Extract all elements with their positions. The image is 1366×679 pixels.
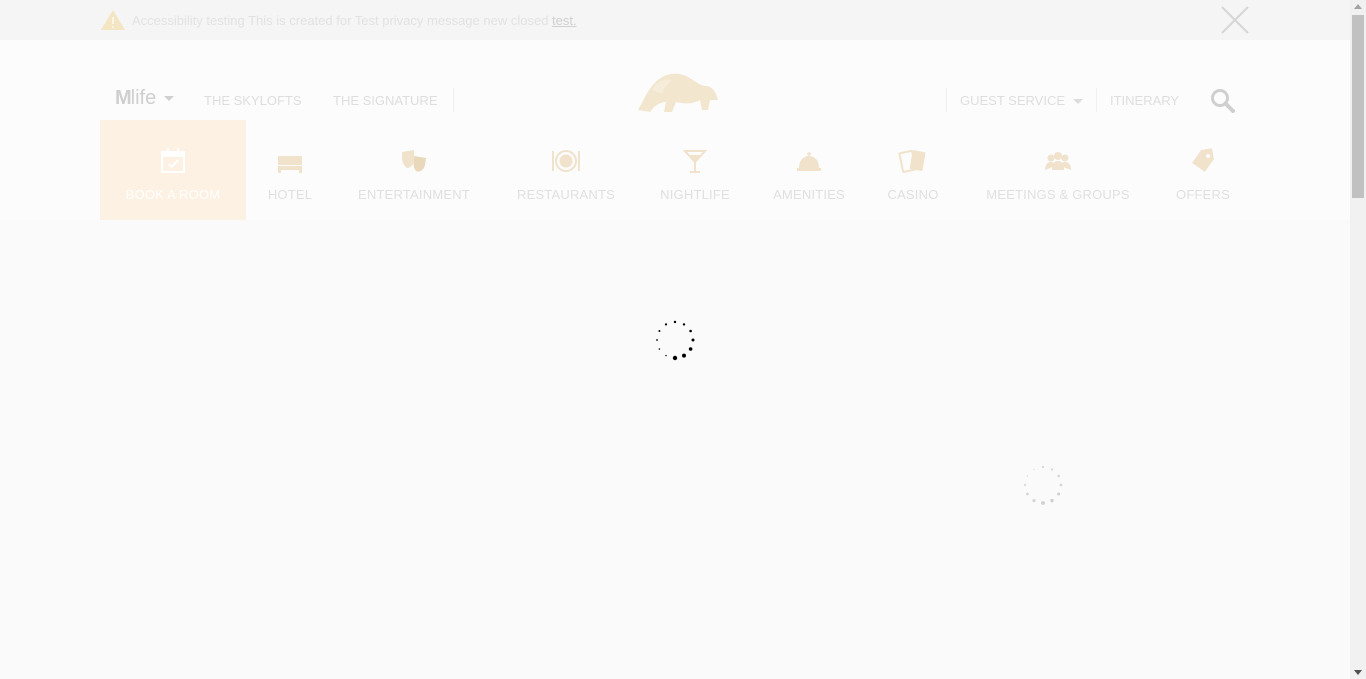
cards-icon <box>898 149 926 173</box>
nav-hotel[interactable]: HOTEL <box>260 120 320 220</box>
nav-label: RESTAURANTS <box>516 187 616 202</box>
cloche-icon <box>797 152 821 171</box>
category-nav: BOOK A ROOM HOTEL ENTERTAINMENT RESTAURA… <box>0 120 1350 220</box>
alert-message: Accessibility testing This is created fo… <box>132 13 577 28</box>
warning-icon <box>101 10 125 30</box>
group-icon <box>1045 152 1071 170</box>
chevron-down-icon <box>1073 99 1083 105</box>
cocktail-icon <box>682 150 708 173</box>
skylofts-link[interactable]: THE SKYLOFTS <box>204 93 302 108</box>
nav-label: ENTERTAINMENT <box>358 187 470 202</box>
nav-label: CASINO <box>887 187 939 202</box>
loading-spinner <box>656 320 695 361</box>
nav-entertainment[interactable]: ENTERTAINMENT <box>350 120 478 220</box>
scrollbar-thumb[interactable] <box>1352 15 1364 198</box>
alert-link[interactable]: test. <box>552 13 577 28</box>
nav-amenities[interactable]: AMENITIES <box>767 120 851 220</box>
mlife-brand-rest: life <box>130 87 157 109</box>
nav-label: AMENITIES <box>773 187 845 202</box>
signature-link[interactable]: THE SIGNATURE <box>333 93 438 108</box>
alert-message-text: Accessibility testing This is created fo… <box>132 13 553 28</box>
site-header: Mlife THE SKYLOFTS THE SIGNATURE GUEST S… <box>0 40 1350 121</box>
nav-offers[interactable]: OFFERS <box>1172 120 1234 220</box>
scroll-down-arrow-icon[interactable] <box>1354 670 1362 675</box>
guest-service-menu[interactable]: GUEST SERVICE <box>960 93 1083 108</box>
nav-label: MEETINGS & GROUPS <box>986 187 1130 202</box>
masks-icon <box>402 150 426 172</box>
alert-banner: Accessibility testing This is created fo… <box>0 0 1350 40</box>
nav-meetings-groups[interactable]: MEETINGS & GROUPS <box>976 120 1140 220</box>
scroll-up-arrow-icon[interactable] <box>1354 4 1362 9</box>
loading-spinner <box>1023 465 1063 505</box>
vertical-scrollbar[interactable] <box>1350 0 1366 679</box>
mlife-brand-bold: M <box>115 87 132 109</box>
calendar-icon <box>161 148 185 173</box>
divider <box>946 88 947 112</box>
nav-book-a-room[interactable]: BOOK A ROOM <box>100 120 246 220</box>
search-icon[interactable] <box>1210 88 1236 114</box>
divider <box>453 88 454 112</box>
bed-icon <box>278 156 302 173</box>
guest-service-label: GUEST SERVICE <box>960 93 1065 108</box>
itinerary-link[interactable]: ITINERARY <box>1110 93 1179 108</box>
nav-label: NIGHTLIFE <box>660 187 730 202</box>
nav-nightlife[interactable]: NIGHTLIFE <box>655 120 735 220</box>
lion-logo[interactable] <box>634 70 720 116</box>
tag-icon <box>1192 148 1214 172</box>
mlife-menu[interactable]: Mlife <box>115 87 175 110</box>
nav-label: HOTEL <box>267 187 313 202</box>
nav-label: OFFERS <box>1176 187 1230 202</box>
plate-icon <box>552 150 580 172</box>
close-icon[interactable] <box>1219 4 1251 36</box>
nav-casino[interactable]: CASINO <box>882 120 944 220</box>
divider <box>1096 88 1097 112</box>
nav-restaurants[interactable]: RESTAURANTS <box>510 120 622 220</box>
nav-label: BOOK A ROOM <box>125 187 221 202</box>
chevron-down-icon <box>164 96 175 102</box>
